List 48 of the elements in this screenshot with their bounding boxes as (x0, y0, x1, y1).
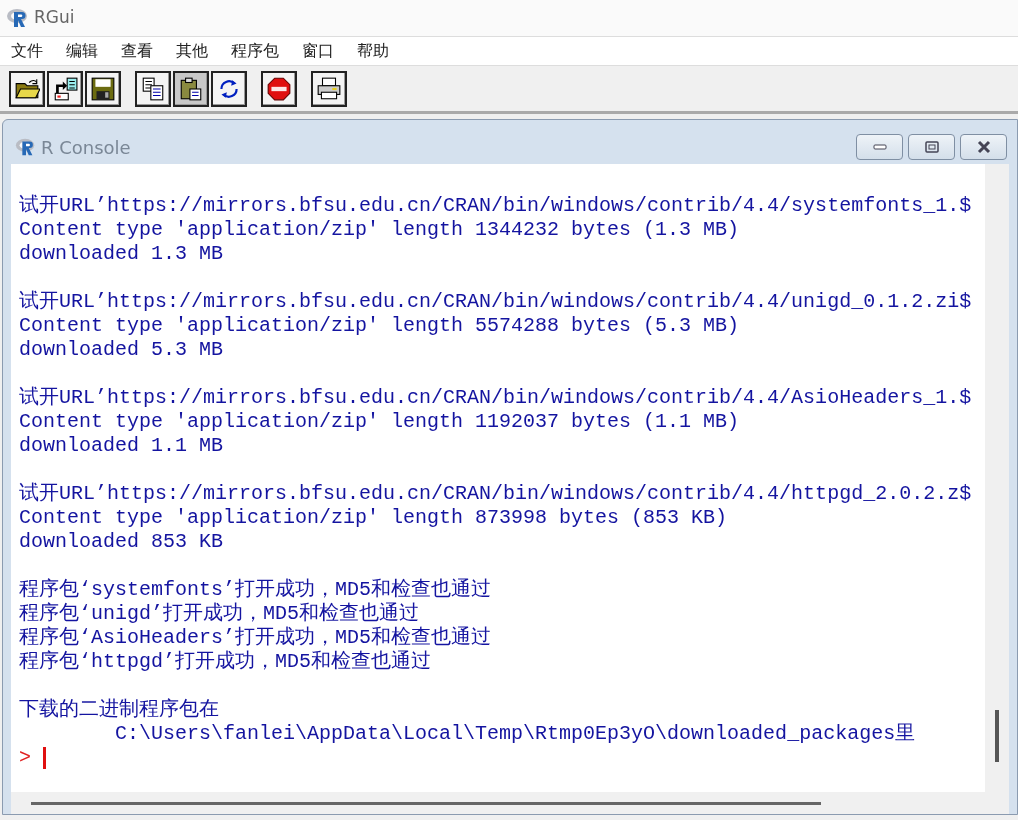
console-output-line: downloaded 853 KB (19, 530, 225, 554)
stop-sign-icon (266, 75, 292, 102)
clipboard-icon (178, 75, 204, 102)
console-output-line: 试开URL’https://mirrors.bfsu.edu.cn/CRAN/bin/windows/contrib/4.4/AsioHeaders_1.$ (19, 386, 973, 410)
console-output-line: 程序包‘unigd’打开成功，MD5和检查也通过 (19, 602, 421, 626)
console-output-line: 程序包‘systemfonts’打开成功，MD5和检查也通过 (19, 578, 493, 602)
console-output-line: downloaded 1.3 MB (19, 242, 225, 266)
console-output-line: downloaded 5.3 MB (19, 338, 225, 362)
maximize-icon (922, 139, 941, 155)
console-output-line: 程序包‘AsioHeaders’打开成功，MD5和检查也通过 (19, 626, 493, 650)
menu-item[interactable]: 帮助 (352, 38, 394, 64)
console-output-line: downloaded 1.1 MB (19, 434, 225, 458)
r-logo-icon (6, 6, 30, 30)
console-title: R Console (41, 135, 131, 160)
console-output-line: Content type 'application/zip' length 1192037 bytes (1.1 MB) (19, 410, 741, 434)
toolbar-button[interactable] (9, 70, 45, 107)
minimize-button[interactable] (856, 134, 903, 160)
menu-item[interactable]: 文件 (6, 38, 48, 64)
horizontal-scrollbar-thumb[interactable] (31, 801, 821, 805)
console-output-line: 程序包‘httpgd’打开成功，MD5和检查也通过 (19, 650, 433, 674)
toolbar-button[interactable] (47, 70, 83, 107)
console-output-line: Content type 'application/zip' length 873998 bytes (853 KB) (19, 506, 729, 530)
toolbar-button[interactable] (85, 70, 121, 107)
console-output-line: Content type 'application/zip' length 1344232 bytes (1.3 MB) (19, 218, 741, 242)
console-output-line: C:\Users\fanlei\AppData\Local\Temp\Rtmp0Ep3yO\downloaded_packages里 (114, 722, 917, 746)
console-output-line: 下载的二进制程序包在 (19, 698, 220, 722)
toolbar-button[interactable] (311, 70, 347, 107)
toolbar-button[interactable] (135, 70, 171, 107)
prompt-symbol: > (19, 746, 31, 770)
maximize-button[interactable] (908, 134, 955, 160)
r-logo-icon (15, 136, 37, 158)
toolbar-button[interactable] (261, 70, 297, 107)
console-output-line: 试开URL’https://mirrors.bfsu.edu.cn/CRAN/bin/windows/contrib/4.4/unigd_0.1.2.zi$ (19, 290, 973, 314)
menu-item[interactable]: 窗口 (297, 38, 339, 64)
console-output-line: 试开URL’https://mirrors.bfsu.edu.cn/CRAN/bin/windows/contrib/4.4/httpgd_2.0.2.z$ (19, 482, 973, 506)
printer-icon (316, 75, 342, 102)
vertical-scrollbar-thumb[interactable] (995, 710, 999, 762)
menu-item[interactable]: 查看 (116, 38, 158, 64)
menu-item[interactable]: 程序包 (226, 38, 284, 64)
menu-item[interactable]: 其他 (171, 38, 213, 64)
console-output-line: Content type 'application/zip' length 5574288 bytes (5.3 MB) (19, 314, 741, 338)
close-button[interactable] (960, 134, 1007, 160)
copy-icon (140, 75, 166, 102)
toolbar-button[interactable] (211, 70, 247, 107)
window-title: RGui (34, 6, 75, 30)
console-output-line: 试开URL’https://mirrors.bfsu.edu.cn/CRAN/bin/windows/contrib/4.4/systemfonts_1.$ (19, 194, 973, 218)
load-file-icon (52, 75, 78, 102)
menu-item[interactable]: 编辑 (61, 38, 103, 64)
